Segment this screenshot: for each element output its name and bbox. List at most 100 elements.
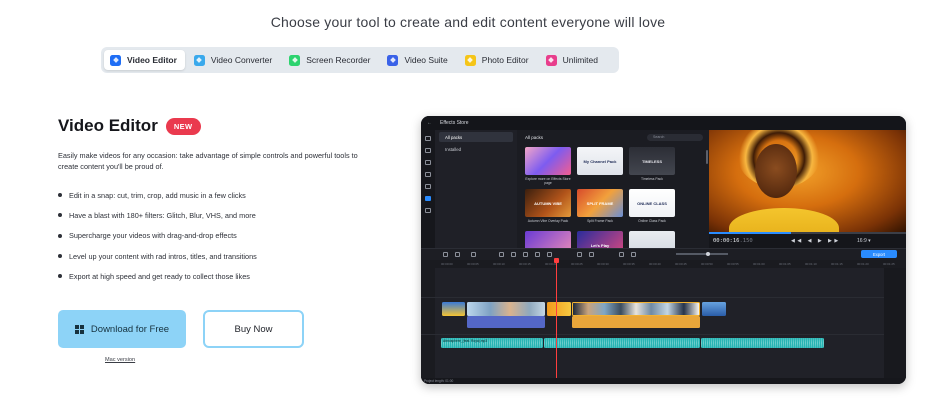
product-title-row: Video Editor NEW (58, 116, 201, 136)
audio-clip-1[interactable]: Atmosphere_(feat. Roya).mp3 (441, 338, 543, 348)
video-clip-4-effect[interactable] (572, 316, 700, 328)
zoom-slider[interactable] (676, 251, 728, 256)
tab-photo-editor[interactable]: Photo Editor (459, 50, 537, 70)
aspect-ratio-label: 16:9 (857, 238, 867, 244)
tab-video-editor[interactable]: Video Editor (104, 50, 185, 70)
video-clip-4-selected[interactable] (572, 302, 700, 316)
bullet-icon (58, 274, 62, 279)
zoom-knob[interactable] (706, 251, 710, 256)
pack-card[interactable]: My Channel Pack (577, 147, 623, 177)
ruler-tick: 00:00:30 (597, 262, 609, 266)
audio-clip-label: Atmosphere_(feat. Roya).mp3 (443, 339, 488, 343)
packs-scrollbar[interactable] (706, 150, 708, 164)
audio-clip-2[interactable] (544, 338, 700, 348)
tab-screen-recorder[interactable]: Screen Recorder (283, 50, 378, 70)
pack-name: Explore more on Effects Store page (525, 177, 571, 186)
filters-icon[interactable] (425, 172, 431, 177)
tab-video-suite[interactable]: Video Suite (381, 50, 455, 70)
insert-icon[interactable] (577, 252, 582, 257)
pack-thumbnail: TIMELESS (629, 147, 675, 175)
tab-label: Video Editor (127, 55, 177, 65)
product-tabs: Video Editor Video Converter Screen Record… (101, 47, 619, 73)
ruler-tick: 00:01:00 (753, 262, 765, 266)
pack-card[interactable]: ONLINE CLASS Online Class Pack (629, 189, 675, 223)
windows-icon (74, 324, 84, 334)
buy-now-button[interactable]: Buy Now (203, 310, 304, 348)
audio-icon[interactable] (631, 252, 636, 257)
effects-store-icon[interactable] (425, 196, 431, 201)
video-clip-2-effect[interactable] (467, 316, 545, 328)
ruler-tick: 00:00:50 (701, 262, 713, 266)
pack-thumbnail: ONLINE CLASS (629, 189, 675, 217)
buy-now-label: Buy Now (234, 323, 273, 335)
waveform (544, 338, 700, 348)
feature-text: Level up your content with rad intros, t… (69, 251, 257, 261)
playback-controls[interactable]: ◀◀ ◀ ▶ ▶▶ (791, 238, 841, 244)
ruler-tick: 00:00:35 (623, 262, 635, 266)
crop-icon[interactable] (523, 252, 528, 257)
feature-text: Export at high speed and get ready to co… (69, 271, 250, 281)
ruler-tick: 00:00:15 (519, 262, 531, 266)
category-installed[interactable]: Installed (439, 144, 513, 154)
bullet-icon (58, 233, 62, 238)
pack-thumbnail: AUTUMN VIBE (525, 189, 571, 217)
rotate-icon[interactable] (511, 252, 516, 257)
download-button[interactable]: Download for Free (58, 310, 186, 348)
tab-video-converter[interactable]: Video Converter (188, 50, 280, 70)
video-clip-5[interactable] (702, 302, 726, 316)
undo-icon[interactable] (443, 252, 448, 257)
cut-icon[interactable] (499, 252, 504, 257)
search-input[interactable]: Search (647, 133, 703, 141)
download-label: Download for Free (90, 323, 170, 335)
mac-version-link[interactable]: Mac version (105, 357, 135, 363)
flag-icon[interactable] (589, 252, 594, 257)
ruler-tick: 00:00:25 (571, 262, 583, 266)
import-icon[interactable] (425, 136, 431, 141)
ruler-tick: 00:00:40 (649, 262, 661, 266)
stickers-icon[interactable] (425, 184, 431, 189)
export-button[interactable]: Export (861, 250, 897, 258)
titles-icon[interactable] (425, 148, 431, 153)
timeline: Atmosphere_(feat. Roya).mp3 (421, 268, 906, 378)
new-badge: NEW (165, 117, 201, 135)
pack-card[interactable]: SPLIT FRAME Split Frame Pack (577, 189, 623, 223)
aspect-ratio[interactable]: 16:9 ▾ (857, 238, 871, 244)
feature-item: Supercharge your videos with drag-and-dr… (58, 226, 257, 246)
ruler-tick: 00:01:05 (779, 262, 791, 266)
tab-label: Video Converter (210, 55, 273, 65)
color-icon[interactable] (535, 252, 540, 257)
pack-thumbnail (525, 147, 571, 175)
pack-name: Split Frame Pack (587, 219, 613, 223)
video-clip-1[interactable] (442, 302, 465, 316)
more-tools-icon[interactable] (425, 208, 431, 213)
category-all-packs[interactable]: All packs (439, 132, 513, 142)
video-clip-3[interactable] (547, 302, 571, 316)
redo-icon[interactable] (455, 252, 460, 257)
transitions-icon[interactable] (425, 160, 431, 165)
timecode: 00:00:16.150 (713, 238, 753, 244)
ruler-tick: 00:00:10 (493, 262, 505, 266)
pack-thumbnail: My Channel Pack (577, 147, 623, 175)
app-screenshot: ← Effects Store All packs Installed All p… (421, 116, 906, 384)
video-clip-2[interactable] (467, 302, 545, 316)
feature-list: Edit in a snap: cut, trim, crop, add mus… (58, 185, 257, 286)
audio-clip-3[interactable] (701, 338, 824, 348)
pack-name: Timeless Pack (641, 177, 663, 181)
category-panel: All packs Installed (435, 130, 517, 248)
pack-card[interactable]: TIMELESS Timeless Pack (629, 147, 675, 181)
pack-card[interactable]: Explore more on Effects Store page (525, 147, 571, 186)
delete-icon[interactable] (471, 252, 476, 257)
playhead[interactable] (554, 258, 559, 378)
feature-item: Edit in a snap: cut, trim, crop, add mus… (58, 185, 257, 205)
record-icon[interactable] (619, 252, 624, 257)
preview-shoulder (729, 208, 839, 234)
preview-face (755, 144, 797, 198)
clip-properties-icon[interactable] (547, 252, 552, 257)
bullet-icon (58, 193, 62, 198)
feature-text: Have a blast with 180+ filters: Glitch, … (69, 210, 256, 220)
tab-unlimited[interactable]: Unlimited (540, 50, 606, 70)
screen-recorder-icon (289, 54, 301, 66)
timeline-ruler: 00:00:00 00:00:05 00:00:10 00:00:15 00:00:20… (421, 260, 906, 268)
back-arrow-icon[interactable]: ← (427, 120, 432, 126)
pack-card[interactable]: AUTUMN VIBE Autumn Vibe Overlay Pack (525, 189, 571, 223)
